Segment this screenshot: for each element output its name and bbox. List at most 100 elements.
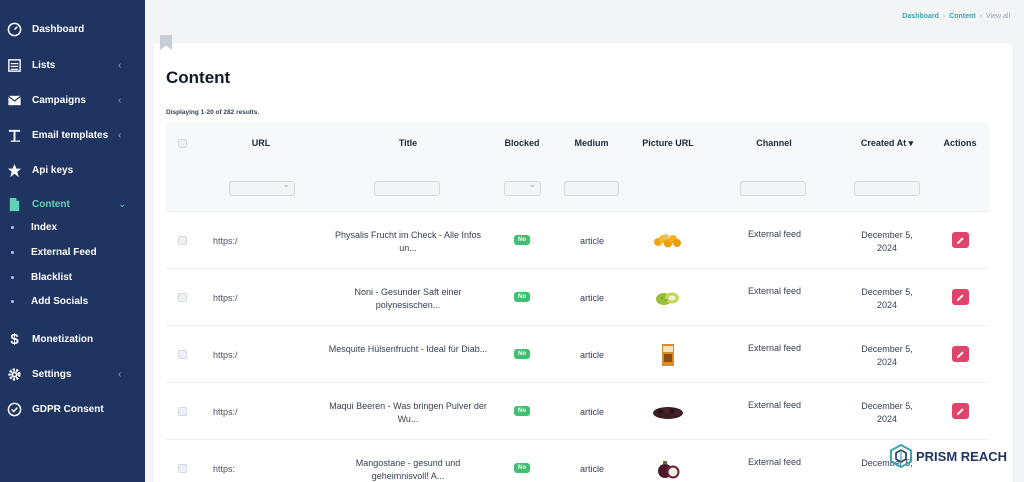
title-filter-input[interactable]: [374, 181, 440, 196]
prism-logo-icon: [890, 444, 912, 468]
edit-button[interactable]: [952, 289, 969, 305]
row-checkbox[interactable]: [178, 350, 187, 359]
nav-label: GDPR Consent: [32, 403, 104, 415]
nav-gdpr-consent[interactable]: GDPR Consent: [0, 397, 145, 421]
nav-settings[interactable]: Settings ‹: [0, 362, 145, 386]
star-icon: [7, 163, 22, 178]
table-row: https: Mangostane - gesund und geheimnis…: [166, 440, 989, 482]
chevron-left-icon: ‹: [118, 368, 122, 380]
breadcrumb-content[interactable]: Content: [949, 13, 975, 20]
breadcrumb-dashboard[interactable]: Dashboard: [902, 13, 939, 20]
row-medium: article: [580, 407, 605, 417]
noni-image: [650, 287, 686, 309]
row-checkbox[interactable]: [178, 293, 187, 302]
nav-content[interactable]: Content ⌄: [0, 192, 145, 216]
bullet-icon: [11, 250, 14, 254]
row-medium: article: [580, 236, 605, 246]
results-summary: Displaying 1-20 of 282 results.: [166, 109, 260, 116]
row-created-at: December 5, 2024: [861, 287, 913, 310]
nav-lists[interactable]: Lists ‹: [0, 53, 145, 77]
nav-api-keys[interactable]: Api keys: [0, 158, 145, 182]
row-url[interactable]: https:/: [213, 350, 238, 360]
breadcrumb: Dashboard › Content › View all: [902, 13, 1010, 20]
row-channel: External feed: [748, 400, 802, 410]
brand-logo: PRISM REACH: [890, 444, 1007, 468]
nav-label: Campaigns: [32, 94, 86, 106]
blocked-badge: No: [514, 292, 530, 302]
nav-label: Settings: [32, 368, 72, 380]
row-url[interactable]: https:: [213, 464, 235, 474]
filter-row: [166, 164, 989, 212]
subnav-index[interactable]: Index: [0, 217, 145, 237]
nav-label: Lists: [32, 59, 56, 71]
page-title: Content: [166, 68, 231, 87]
bullet-icon: [11, 275, 14, 279]
mesquite-image: [650, 344, 686, 366]
sidebar: Dashboard Lists ‹ Campaigns ‹ Email temp…: [0, 0, 145, 482]
row-title: Noni - Gesunder Saft einer polynesischen…: [354, 287, 462, 310]
chevron-left-icon: ‹: [118, 94, 122, 106]
nav-campaigns[interactable]: Campaigns ‹: [0, 88, 145, 112]
row-checkbox[interactable]: [178, 236, 187, 245]
nav-label: Api keys: [32, 164, 74, 176]
row-url[interactable]: https:/: [213, 293, 238, 303]
breadcrumb-separator: ›: [979, 13, 982, 20]
row-medium: article: [580, 464, 605, 474]
row-created-at: December 5, 2024: [861, 344, 913, 367]
column-blocked[interactable]: Blocked: [496, 122, 548, 164]
column-channel[interactable]: Channel: [741, 122, 807, 164]
blocked-badge: No: [514, 235, 530, 245]
file-icon: [7, 197, 22, 212]
row-title: Mesquite Hülsenfrucht - Ideal für Diab..…: [328, 344, 488, 354]
breadcrumb-current: View all: [986, 13, 1010, 20]
nav-label: Dashboard: [32, 23, 85, 35]
subnav-blacklist[interactable]: Blacklist: [0, 267, 145, 287]
list-icon: [7, 58, 22, 73]
row-channel: External feed: [748, 457, 802, 467]
edit-button[interactable]: [952, 232, 969, 248]
gauge-icon: [7, 22, 22, 37]
blocked-filter-select[interactable]: [504, 179, 541, 196]
edit-button[interactable]: [952, 346, 969, 362]
column-medium[interactable]: Medium: [564, 122, 619, 164]
created-filter-input[interactable]: [854, 181, 920, 196]
row-title: Physalis Frucht im Check - Alle Infos un…: [334, 230, 482, 253]
column-created-at[interactable]: Created At ▾: [851, 122, 923, 164]
table-row: https:/ Mesquite Hülsenfrucht - Ideal fü…: [166, 326, 989, 383]
subnav-label: Blacklist: [31, 271, 73, 283]
row-medium: article: [580, 293, 605, 303]
row-checkbox[interactable]: [178, 464, 187, 473]
column-title[interactable]: Title: [368, 122, 448, 164]
table-row: https:/ Physalis Frucht im Check - Alle …: [166, 212, 989, 269]
subnav-label: External Feed: [31, 246, 97, 258]
brand-name: PRISM REACH: [916, 448, 1008, 464]
physalis-image: [650, 230, 686, 252]
nav-dashboard[interactable]: Dashboard: [0, 17, 145, 41]
subnav-external-feed[interactable]: External Feed: [0, 242, 145, 262]
row-created-at: December 5, 2024: [861, 401, 913, 424]
nav-label: Monetization: [32, 333, 94, 345]
row-url[interactable]: https:/: [213, 236, 238, 246]
dollar-icon: $: [10, 330, 19, 348]
row-url[interactable]: https:/: [213, 407, 238, 417]
pencil-icon: [956, 236, 964, 244]
envelope-icon: [7, 93, 22, 108]
row-checkbox[interactable]: [178, 407, 187, 416]
row-title: Maqui Beeren - Was bringen Pulver der Wu…: [329, 401, 487, 424]
column-url[interactable]: URL: [226, 122, 296, 164]
subnav-add-socials[interactable]: Add Socials: [0, 291, 145, 311]
medium-filter-input[interactable]: [564, 181, 619, 196]
row-channel: External feed: [748, 286, 802, 296]
column-picture-url[interactable]: Picture URL: [634, 122, 702, 164]
edit-button[interactable]: [952, 403, 969, 419]
channel-filter-input[interactable]: [740, 181, 806, 196]
url-filter-select[interactable]: [229, 179, 295, 196]
nav-email-templates[interactable]: Email templates ‹: [0, 123, 145, 147]
nav-monetization[interactable]: $ Monetization: [0, 327, 145, 351]
row-title: Mangostane - gesund und geheimnisvoll! A…: [355, 458, 461, 481]
bullet-icon: [11, 299, 14, 303]
select-all-checkbox[interactable]: [178, 139, 187, 148]
blocked-badge: No: [514, 349, 530, 359]
bullet-icon: [11, 225, 14, 229]
pencil-icon: [956, 350, 964, 358]
